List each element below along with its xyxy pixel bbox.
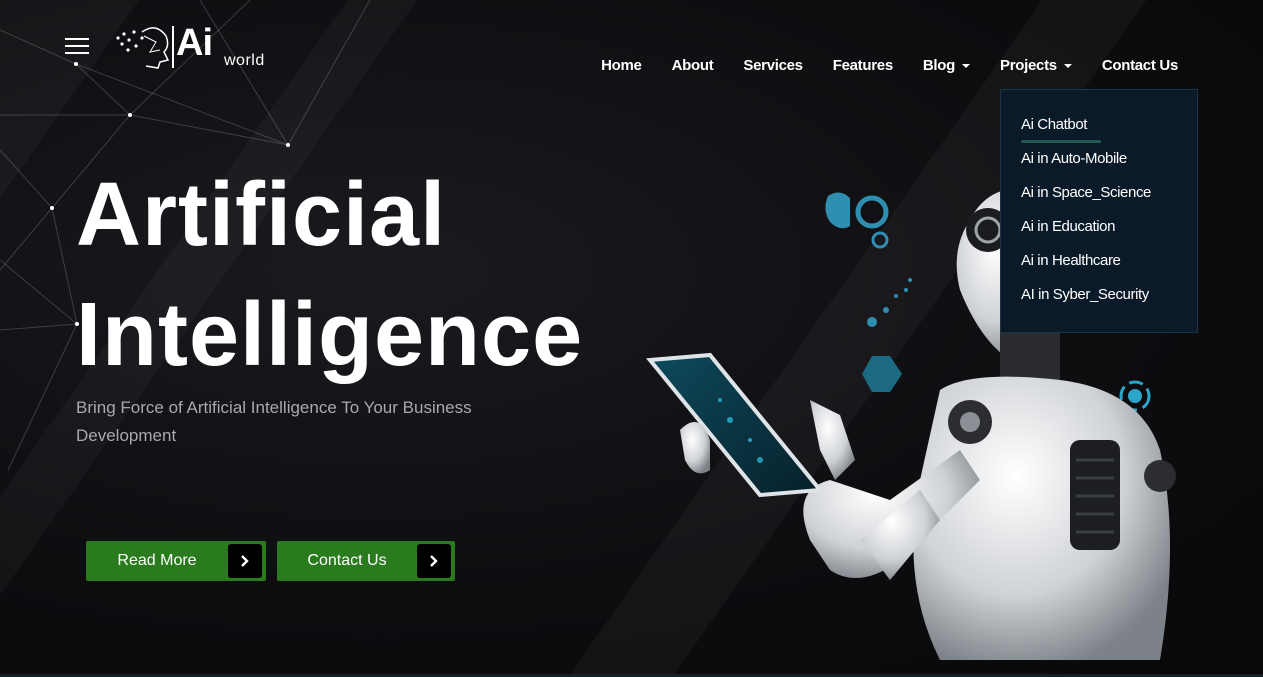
- dropdown-item-ai-auto-mobile[interactable]: Ai in Auto-Mobile: [1001, 150, 1197, 184]
- dropdown-item-ai-space-science[interactable]: Ai in Space_Science: [1001, 184, 1197, 218]
- hero-title-line-2: Intelligence: [76, 285, 584, 385]
- caret-down-icon: [1063, 63, 1072, 68]
- projects-dropdown-menu: Ai Chatbot Ai in Auto-Mobile Ai in Space…: [1000, 89, 1198, 333]
- read-more-button[interactable]: Read More: [86, 541, 266, 581]
- hero-title-line-1: Artificial: [76, 165, 447, 265]
- nav-projects[interactable]: Projects: [985, 57, 1087, 74]
- dropdown-item-ai-cyber-security[interactable]: AI in Syber_Security: [1001, 286, 1197, 320]
- contact-us-button[interactable]: Contact Us: [277, 541, 455, 581]
- nav-contact-us[interactable]: Contact Us: [1087, 57, 1193, 74]
- hamburger-menu-icon[interactable]: [65, 38, 89, 55]
- read-more-label: Read More: [117, 552, 197, 569]
- nav-features[interactable]: Features: [818, 57, 908, 74]
- dropdown-item-ai-chatbot[interactable]: Ai Chatbot: [1001, 116, 1197, 150]
- dropdown-item-ai-education[interactable]: Ai in Education: [1001, 218, 1197, 252]
- nav-blog[interactable]: Blog: [908, 57, 985, 74]
- chevron-right-icon: [228, 544, 262, 578]
- logo-text[interactable]: Ai: [176, 22, 213, 65]
- logo-subtext: world: [224, 52, 265, 69]
- dropdown-item-ai-healthcare[interactable]: Ai in Healthcare: [1001, 252, 1197, 286]
- hero-subtitle: Bring Force of Artificial Intelligence T…: [76, 398, 472, 445]
- nav-about[interactable]: About: [657, 57, 729, 74]
- nav-services[interactable]: Services: [728, 57, 817, 74]
- caret-down-icon: [962, 63, 971, 68]
- contact-us-label: Contact Us: [307, 552, 387, 569]
- nav-home[interactable]: Home: [586, 57, 656, 74]
- main-nav: Home About Services Features Blog Projec…: [586, 57, 1193, 74]
- chevron-right-icon: [417, 544, 451, 578]
